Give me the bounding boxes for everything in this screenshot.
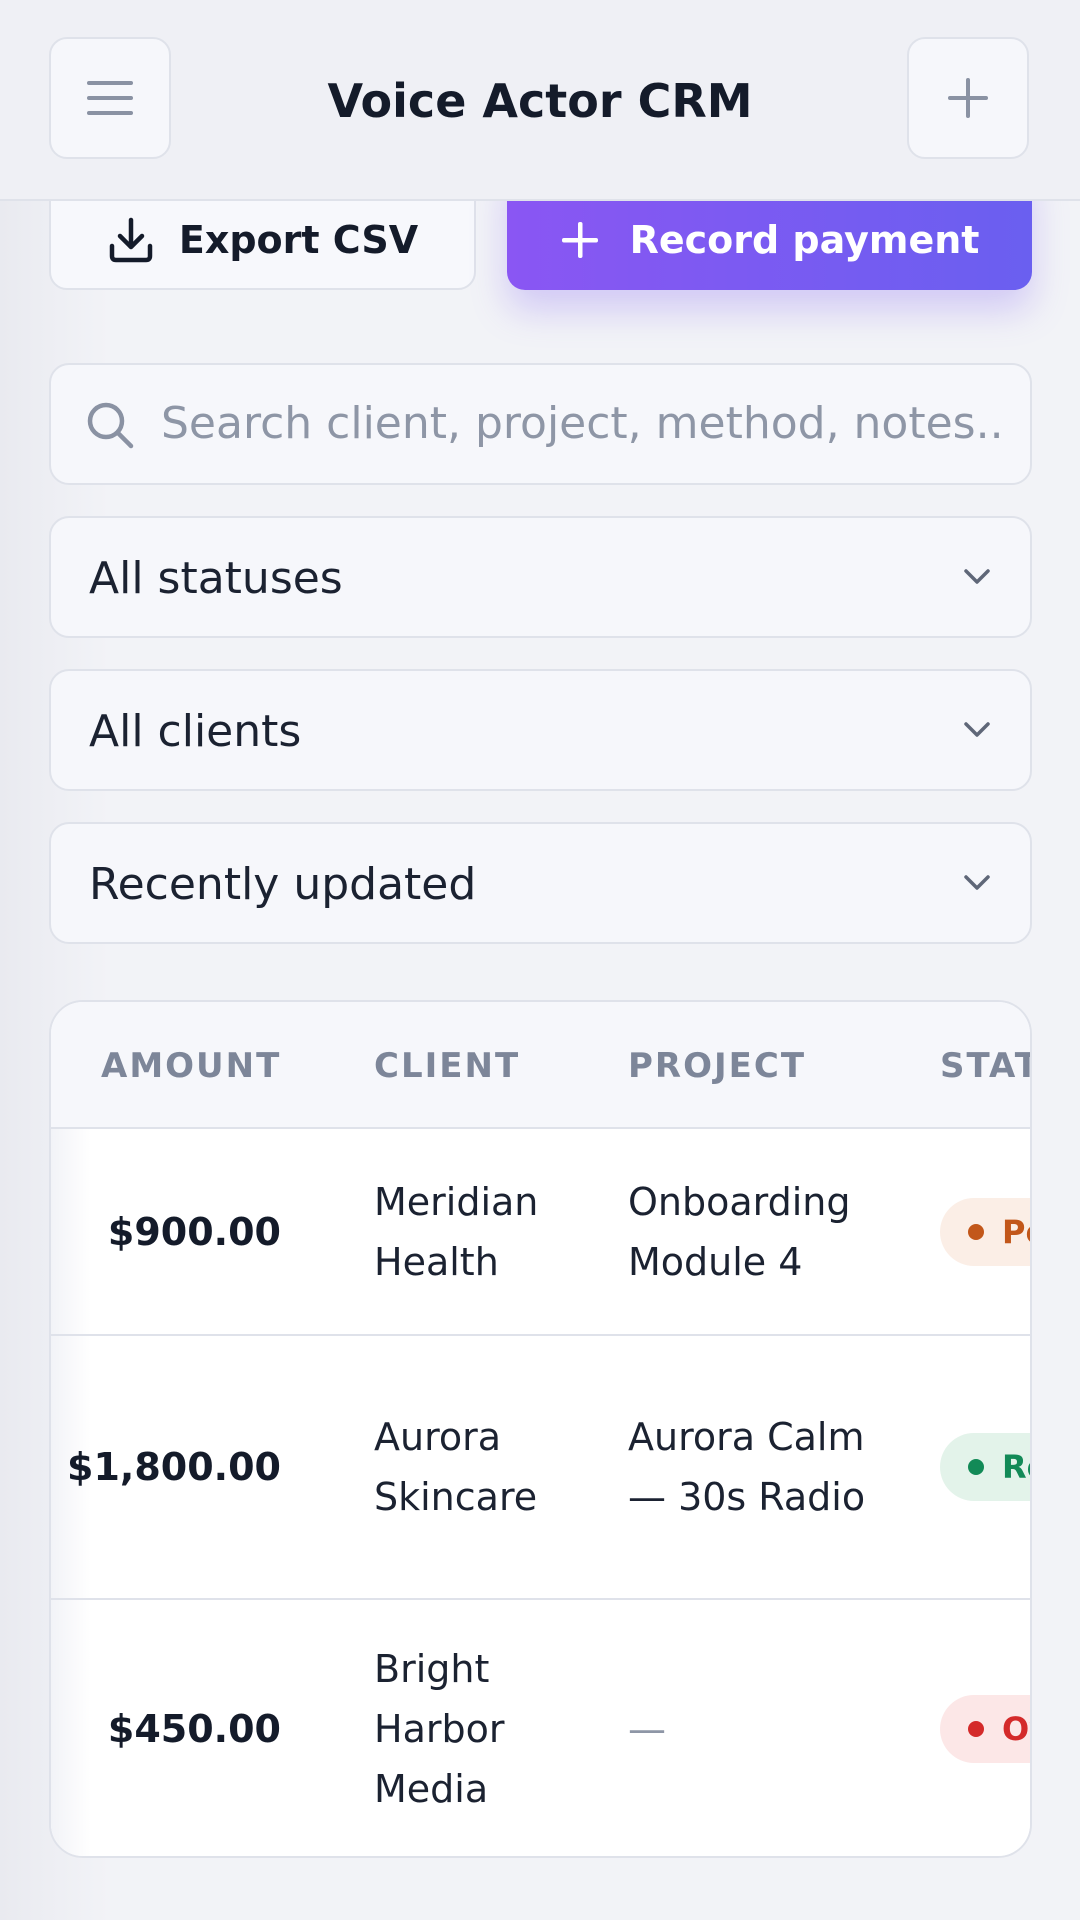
status-badge: Pe: [940, 1197, 1030, 1266]
client-cell: Meridian Health: [374, 1179, 539, 1284]
sort-select[interactable]: Recently updated: [49, 822, 1032, 944]
client-cell: Bright Harbor Media: [374, 1647, 505, 1811]
status-cell: Ov: [940, 1600, 1030, 1856]
app-header: Voice Actor CRM: [0, 0, 1080, 201]
record-payment-label: Record payment: [629, 218, 980, 262]
client-filter-select[interactable]: All clients: [49, 669, 1032, 791]
export-csv-label: Export CSV: [178, 218, 419, 262]
amount-cell: $900.00: [107, 1209, 281, 1254]
chevron-down-icon: [964, 569, 990, 584]
table-row[interactable]: $450.00 Bright Harbor Media — Ov: [51, 1600, 1030, 1856]
column-header-status[interactable]: STATU: [940, 1044, 1030, 1088]
amount-cell: $1,800.00: [67, 1445, 281, 1489]
page-title: Voice Actor CRM: [327, 74, 753, 128]
status-badge: Ov: [940, 1695, 1030, 1763]
client-filter-value: All clients: [89, 706, 302, 757]
hamburger-menu-icon: [87, 81, 133, 115]
add-button[interactable]: [907, 37, 1029, 159]
status-cell: Pe: [940, 1129, 1030, 1334]
plus-icon: [948, 78, 988, 118]
column-header-project[interactable]: PROJECT: [628, 1044, 806, 1088]
plus-icon: [561, 222, 598, 258]
status-filter-select[interactable]: All statuses: [49, 516, 1032, 638]
client-cell: Aurora Skincare: [374, 1415, 538, 1519]
status-dot-icon: [968, 1721, 984, 1737]
column-header-amount[interactable]: AMOUNT: [101, 1044, 281, 1088]
status-label: Ov: [1002, 1710, 1030, 1748]
download-icon: [109, 217, 153, 263]
menu-button[interactable]: [49, 37, 171, 159]
table-row[interactable]: $900.00 Meridian Health Onboarding Modul…: [51, 1129, 1030, 1336]
table-row[interactable]: $1,800.00 Aurora Skincare Aurora Calm — …: [51, 1336, 1030, 1600]
status-dot-icon: [968, 1459, 984, 1475]
table-header: AMOUNT CLIENT PROJECT STATU: [51, 1002, 1030, 1129]
chevron-down-icon: [964, 875, 990, 890]
search-icon: [87, 402, 134, 449]
status-label: Pe: [1002, 1212, 1030, 1251]
chevron-down-icon: [964, 722, 990, 737]
search-placeholder: Search client, project, method, notes..: [161, 398, 1004, 449]
amount-cell: $450.00: [107, 1707, 281, 1751]
search-input[interactable]: Search client, project, method, notes..: [49, 363, 1032, 485]
project-cell: Onboarding Module 4: [628, 1179, 851, 1284]
column-header-client[interactable]: CLIENT: [374, 1044, 520, 1088]
status-cell: Re: [940, 1336, 1030, 1598]
sort-value: Recently updated: [89, 859, 477, 910]
status-dot-icon: [968, 1223, 984, 1240]
status-badge: Re: [940, 1433, 1030, 1501]
payments-table: AMOUNT CLIENT PROJECT STATU $900.00 Meri…: [49, 1000, 1032, 1858]
status-filter-value: All statuses: [89, 553, 343, 604]
project-cell: Aurora Calm — 30s Radio: [628, 1415, 866, 1519]
project-cell: —: [628, 1707, 666, 1751]
status-label: Re: [1002, 1448, 1030, 1486]
